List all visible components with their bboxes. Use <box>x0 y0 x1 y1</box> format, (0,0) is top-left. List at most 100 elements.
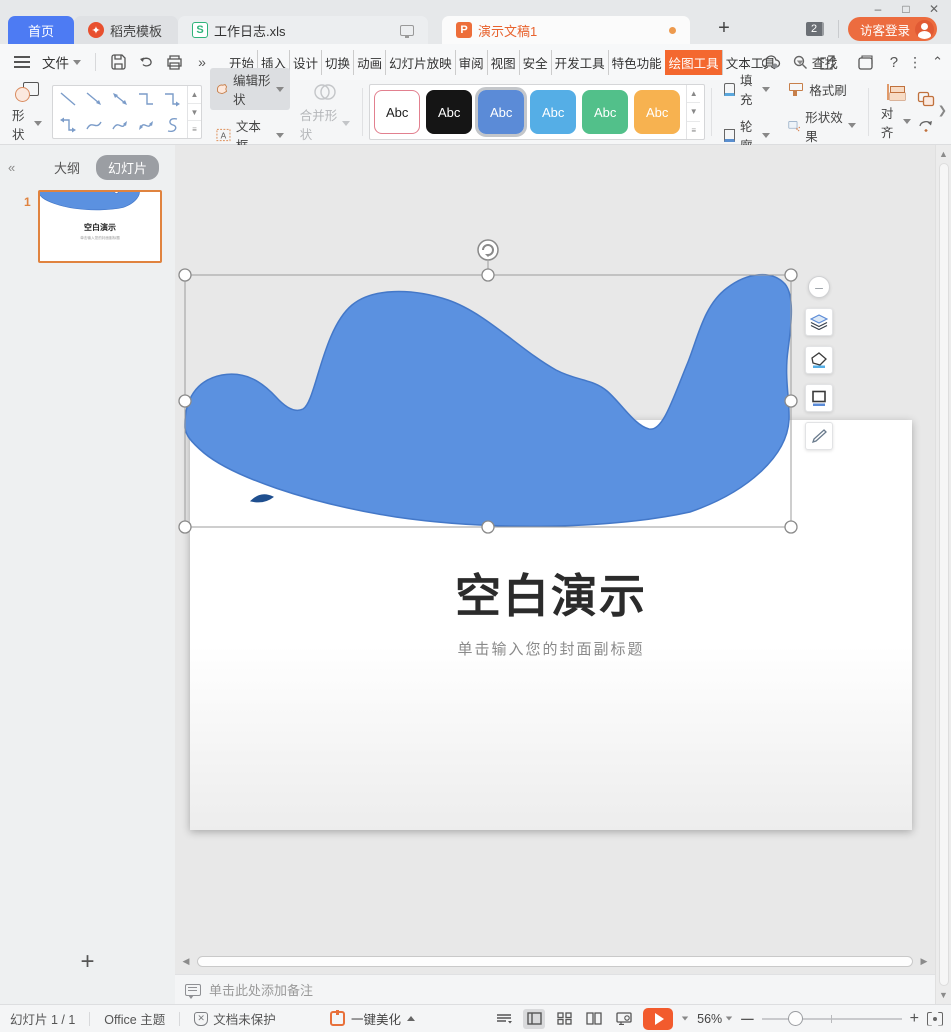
line-shape-double-arrow[interactable] <box>107 86 133 112</box>
undo-icon[interactable] <box>135 51 157 73</box>
elbow-arrow-connector[interactable] <box>159 86 185 112</box>
beautify-button[interactable]: 一键美化 <box>330 1009 415 1028</box>
menu-item-features[interactable]: 特色功能 <box>608 50 665 75</box>
line-shape-arrow[interactable] <box>81 86 107 112</box>
menu-item-animation[interactable]: 动画 <box>353 50 385 75</box>
quick-brush-button[interactable] <box>805 422 833 450</box>
line-shape-straight[interactable] <box>55 86 81 112</box>
menu-item-drawing-tools[interactable]: 绘图工具 <box>665 50 722 75</box>
curve-double-arrow-connector[interactable] <box>133 112 159 138</box>
monitor-icon[interactable] <box>400 25 414 36</box>
edit-shape-button[interactable]: 编辑形状 <box>210 68 290 110</box>
ribbon-expand-icon[interactable]: ❯ <box>938 104 947 117</box>
share-icon[interactable] <box>817 51 839 73</box>
file-menu-button[interactable]: 文件 <box>36 52 87 72</box>
view-reading-button[interactable] <box>583 1009 605 1029</box>
scroll-down-icon[interactable]: ▼ <box>939 990 948 1000</box>
layer-order-button[interactable] <box>805 308 833 336</box>
elbow-double-arrow-connector[interactable] <box>55 112 81 138</box>
help-icon[interactable]: ? <box>890 54 898 71</box>
style-preset-orange[interactable]: Abc <box>634 90 680 134</box>
zoom-out-button[interactable]: — <box>741 1012 754 1026</box>
vertical-scrollbar[interactable]: ▲ ▼ <box>935 145 951 1004</box>
gallery-scroll-down-icon[interactable]: ▼ <box>188 103 201 121</box>
view-normal-button[interactable] <box>523 1009 545 1029</box>
slide-canvas[interactable]: 空白演示 单击输入您的封面副标题 <box>175 145 935 974</box>
style-preset-outline[interactable]: Abc <box>374 90 420 134</box>
tab-presentation[interactable]: P 演示文稿1 <box>442 16 690 44</box>
zoom-level[interactable]: 56% <box>697 1012 733 1026</box>
gallery-scroll-up-icon[interactable]: ▲ <box>188 86 201 103</box>
theme-indicator[interactable]: Office 主题 <box>104 1009 165 1028</box>
slide-thumbnail[interactable]: 空白演示 单击输入您的封面副标题 <box>38 190 162 263</box>
hamburger-icon[interactable] <box>14 56 30 68</box>
tab-slides[interactable]: 幻灯片 <box>96 155 159 180</box>
new-window-icon[interactable] <box>855 51 877 73</box>
horizontal-scroll-thumb[interactable] <box>197 956 913 967</box>
protection-status[interactable]: ✕ 文档未保护 <box>194 1009 276 1028</box>
menu-item-security[interactable]: 安全 <box>519 50 551 75</box>
zoom-slider[interactable] <box>762 1009 902 1029</box>
style-scroll-down-icon[interactable]: ▼ <box>687 102 700 120</box>
menu-item-slideshow[interactable]: 幻灯片放映 <box>385 50 455 75</box>
freeform-curve[interactable] <box>159 112 185 138</box>
slide[interactable]: 空白演示 单击输入您的封面副标题 <box>190 420 912 830</box>
notes-toggle-button[interactable] <box>493 1009 515 1029</box>
tab-spreadsheet[interactable]: S 工作日志.xls <box>178 16 428 44</box>
quick-outline-button[interactable] <box>805 384 833 412</box>
style-preset-blue[interactable]: Abc <box>478 90 524 134</box>
cloud-dropdown-icon[interactable] <box>797 60 803 64</box>
close-button[interactable]: ✕ <box>927 2 941 16</box>
tab-outline[interactable]: 大纲 <box>42 155 92 180</box>
maximize-button[interactable]: □ <box>899 2 913 16</box>
notes-bar[interactable]: 单击此处添加备注 <box>175 974 935 1004</box>
align-button[interactable]: 对齐 <box>875 82 917 143</box>
curve-arrow-connector[interactable] <box>107 112 133 138</box>
style-preset-black[interactable]: Abc <box>426 90 472 134</box>
save-button[interactable] <box>107 51 129 73</box>
menu-item-design[interactable]: 设计 <box>289 50 321 75</box>
zoom-in-button[interactable]: + <box>910 1010 919 1028</box>
view-slideshow-button[interactable] <box>613 1009 635 1029</box>
horizontal-scrollbar[interactable]: ◀ ▶ <box>175 954 935 968</box>
play-options-icon[interactable] <box>682 1017 688 1021</box>
menu-item-view[interactable]: 视图 <box>487 50 519 75</box>
menu-item-transition[interactable]: 切换 <box>321 50 353 75</box>
slide-title[interactable]: 空白演示 <box>190 560 912 626</box>
shape-effects-button[interactable]: 形状效果 <box>782 105 862 147</box>
menu-item-devtools[interactable]: 开发工具 <box>551 50 608 75</box>
tab-count-badge[interactable]: 2 <box>806 22 824 36</box>
view-sorter-button[interactable] <box>553 1009 575 1029</box>
scroll-up-icon[interactable]: ▲ <box>939 149 948 159</box>
new-tab-button[interactable]: + <box>712 17 736 40</box>
style-preset-green[interactable]: Abc <box>582 90 628 134</box>
merge-shapes-button[interactable]: 合并形状 <box>294 80 357 145</box>
gallery-more-icon[interactable]: ≡ <box>188 120 201 138</box>
style-scroll-up-icon[interactable]: ▲ <box>687 85 700 102</box>
style-more-icon[interactable]: ≡ <box>687 121 700 139</box>
tab-templates[interactable]: ✦ 稻壳模板 <box>74 16 178 44</box>
slide-subtitle[interactable]: 单击输入您的封面副标题 <box>190 638 912 659</box>
tab-home[interactable]: 首页 <box>8 16 74 44</box>
more-menu-icon[interactable]: ⋮ <box>908 54 922 71</box>
shapes-button[interactable]: 形状 <box>6 80 48 145</box>
elbow-connector[interactable] <box>133 86 159 112</box>
menu-item-review[interactable]: 审阅 <box>455 50 487 75</box>
vertical-scroll-thumb[interactable] <box>939 163 949 986</box>
collapse-panel-icon[interactable]: « <box>8 160 28 175</box>
add-slide-button[interactable]: + <box>0 948 175 976</box>
collapse-toolbar-button[interactable]: – <box>808 276 830 298</box>
quick-fill-button[interactable] <box>805 346 833 374</box>
style-preset-lightblue[interactable]: Abc <box>530 90 576 134</box>
collapse-ribbon-icon[interactable]: ⌃ <box>932 54 943 70</box>
scroll-right-icon[interactable]: ▶ <box>917 956 931 967</box>
rotate-button[interactable] <box>917 115 945 135</box>
fit-screen-icon[interactable] <box>927 1012 943 1026</box>
format-painter-button[interactable]: 格式刷 <box>782 78 862 101</box>
zoom-slider-knob[interactable] <box>788 1011 803 1026</box>
login-button[interactable]: 访客登录 <box>848 17 937 41</box>
print-button[interactable] <box>163 51 185 73</box>
scroll-left-icon[interactable]: ◀ <box>179 956 193 967</box>
fill-button[interactable]: 填充 <box>718 68 776 110</box>
play-slideshow-button[interactable] <box>643 1008 673 1030</box>
